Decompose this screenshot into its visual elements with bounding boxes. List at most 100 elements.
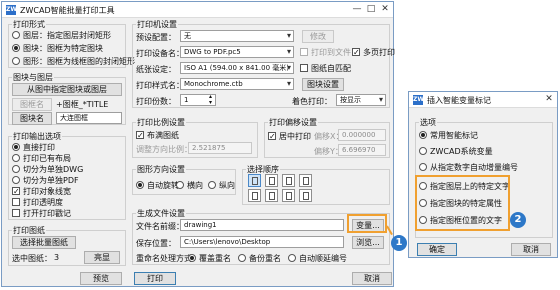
style-select[interactable]: Monochrome.ctb: [180, 78, 294, 90]
modify-button[interactable]: 修改: [302, 30, 334, 43]
color-print-label: 着色打印：: [292, 97, 332, 106]
radio-auto-rotate[interactable]: [136, 181, 144, 189]
radio-split-dwg[interactable]: [12, 165, 20, 173]
block-value-field[interactable]: 大连图框: [56, 112, 122, 124]
radio-print-layout[interactable]: [12, 154, 20, 162]
order-col-left-bottom-icon[interactable]: [282, 189, 295, 202]
close-icon[interactable]: ✕: [379, 4, 391, 15]
copies-label: 打印份数：: [136, 97, 176, 106]
browse-button[interactable]: 浏览...: [352, 236, 384, 249]
save-location-field[interactable]: C:\Users\lenovo\Desktop: [180, 236, 344, 248]
dialog-options-highlight: [415, 175, 510, 231]
radio-direct-print[interactable]: [12, 143, 20, 151]
step-marker-2: 2: [510, 212, 526, 228]
print-form-title: 打印形式: [12, 19, 46, 30]
radio-portrait[interactable]: [208, 181, 216, 189]
checkbox-auto-match[interactable]: [300, 64, 308, 72]
radio-auto-increment[interactable]: [419, 163, 427, 171]
radio-auto-number[interactable]: [288, 254, 296, 262]
dialog-titlebar[interactable]: ZW 插入智能变量标记 ✕: [409, 92, 557, 108]
color-print-select[interactable]: 按显示: [336, 94, 386, 106]
dialog-ok-button[interactable]: 确定: [417, 243, 457, 256]
dialog-cancel-button[interactable]: 取消: [511, 243, 551, 256]
checkbox-lineweight[interactable]: [12, 187, 20, 195]
option-auto-increment: 从指定数字自动增量编号: [430, 163, 518, 172]
rename-backup-label: 备份重名: [249, 254, 281, 263]
maximize-icon[interactable]: □: [365, 4, 377, 15]
auto-match-label: 图纸自匹配: [311, 64, 351, 73]
radio-print-block[interactable]: [12, 44, 20, 52]
save-location-label: 保存位置：: [136, 239, 176, 248]
printer-select[interactable]: DWG to PDF.pc5: [180, 46, 294, 58]
printer-label: 打印设备名：: [136, 49, 184, 58]
spinner-arrows-icon[interactable]: ▴ ▾: [209, 94, 212, 106]
prefix-field[interactable]: drawing1: [180, 219, 344, 231]
pick-block-layer-button[interactable]: 从图中指定图块或图层: [12, 83, 122, 96]
preset-select[interactable]: 无: [180, 30, 294, 42]
radio-common-tag[interactable]: [419, 131, 427, 139]
checkbox-transparency[interactable]: [12, 198, 20, 206]
radio-print-shape[interactable]: [12, 57, 20, 65]
output-option-direct: 直接打印: [23, 143, 55, 152]
minimize-icon[interactable]: —: [351, 4, 363, 15]
selected-frames-label: 选中图纸：: [12, 254, 52, 263]
orientation-auto-label: 自动旋转: [147, 181, 179, 190]
option-system-variable: ZWCAD系统变量: [430, 147, 493, 156]
checkbox-center-print[interactable]: [268, 132, 276, 140]
step-marker-1: 1: [391, 235, 407, 251]
main-titlebar[interactable]: ZW ZWCAD智能批量打印工具 — □ ✕: [2, 2, 393, 18]
output-title: 打印输出选项: [12, 131, 62, 142]
paper-select[interactable]: ISO A1 (594.00 x 841.00 毫米): [180, 62, 294, 74]
variable-button-highlight: [347, 214, 387, 233]
transparency-label: 打印透明度: [23, 198, 63, 207]
offset-y-field[interactable]: 6.696970: [338, 144, 386, 156]
dialog-options-title: 选项: [419, 117, 437, 128]
radio-landscape[interactable]: [176, 181, 184, 189]
checkbox-multipage[interactable]: [352, 48, 360, 56]
output-option-layout: 打印已有布局: [23, 154, 71, 163]
multipage-label: 多页打印: [363, 48, 395, 57]
checkbox-fit-paper[interactable]: [136, 131, 144, 139]
radio-overwrite[interactable]: [188, 254, 196, 262]
offset-title: 打印偏移设置: [268, 117, 318, 128]
radio-split-pdf[interactable]: [12, 176, 20, 184]
main-window: ZW ZWCAD智能批量打印工具 — □ ✕ 打印形式 图层：指定图层封闭矩形 …: [1, 1, 395, 287]
print-button[interactable]: 打印: [134, 272, 176, 285]
radio-system-variable[interactable]: [419, 147, 427, 155]
dialog-close-icon[interactable]: ✕: [543, 94, 555, 105]
option-common-tag: 常用智能标记: [430, 131, 478, 140]
print-form-option-shape: 图形：图框为线框图的封闭矩形: [23, 57, 135, 66]
scale-title: 打印比例设置: [136, 117, 186, 128]
center-print-label: 居中打印: [279, 132, 311, 141]
select-frames-button[interactable]: 选择批量图纸: [12, 236, 76, 249]
order-row-left-bottom-icon[interactable]: [282, 174, 295, 187]
print-form-option-block: 图块：图框为特定图块: [23, 44, 103, 53]
cancel-button[interactable]: 取消: [352, 272, 392, 285]
order-row-right-top-icon[interactable]: [265, 174, 278, 187]
radio-print-layer[interactable]: [12, 31, 20, 39]
block-layer-title: 图块与图层: [12, 72, 54, 83]
orientation-title: 图形方向设置: [136, 164, 186, 175]
rename-overwrite-label: 覆盖重名: [199, 254, 231, 263]
print-frames-title: 打印图纸: [12, 225, 46, 236]
preview-button[interactable]: 预览: [80, 272, 122, 285]
output-option-pdf: 切分为单独PDF: [23, 176, 79, 185]
highlight-button[interactable]: 亮显: [84, 251, 120, 264]
orientation-portrait-label: 纵向: [219, 181, 235, 190]
order-row-left-top-icon[interactable]: [248, 174, 261, 187]
style-settings-button[interactable]: 图块设置: [302, 78, 344, 91]
order-col-left-top-icon[interactable]: [248, 189, 261, 202]
checkbox-print-to-file[interactable]: [300, 48, 308, 56]
block-label-button[interactable]: 图块名: [12, 112, 52, 125]
order-row-right-bottom-icon[interactable]: [299, 174, 312, 187]
offset-x-field[interactable]: 0.000000: [338, 129, 386, 141]
order-col-right-bottom-icon[interactable]: [299, 189, 312, 202]
block-name-button[interactable]: 图框名: [12, 98, 52, 111]
prefix-label: 文件名前缀：: [136, 222, 184, 231]
checkbox-stamp[interactable]: [12, 209, 20, 217]
direction-scale-field[interactable]: 2.521875: [188, 142, 252, 154]
rename-auto-number-label: 自动顺延编号: [299, 254, 347, 263]
radio-backup[interactable]: [238, 254, 246, 262]
stamp-label: 打开打印戳记: [23, 209, 71, 218]
order-col-right-top-icon[interactable]: [265, 189, 278, 202]
